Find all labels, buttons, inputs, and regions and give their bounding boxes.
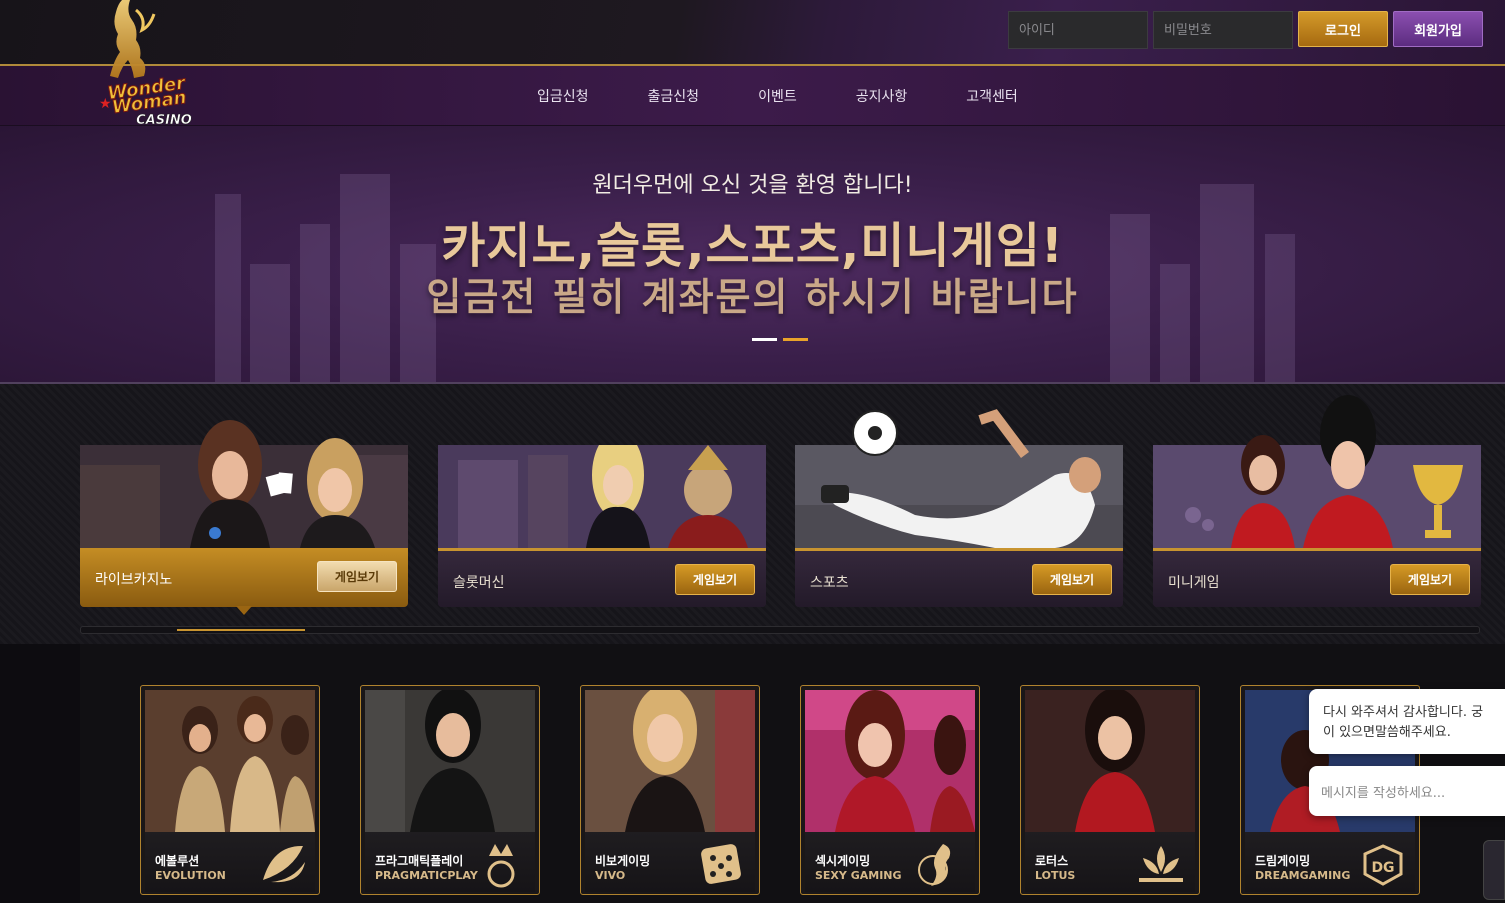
lotus-icon — [1139, 846, 1183, 882]
provider-name-ko: 로터스 — [1035, 854, 1069, 868]
provider-name-en: DREAMGAMING — [1255, 869, 1351, 882]
chat-greeting-line2: 이 있으면말씀해주세요. — [1323, 725, 1451, 740]
nav-support[interactable]: 고객센터 — [966, 86, 1018, 106]
chat-greeting[interactable]: 다시 와주셔서 감사합니다. 궁 이 있으면말씀해주세요. — [1309, 689, 1505, 754]
category-card-sports[interactable]: 스포츠 게임보기 — [795, 409, 1123, 607]
category-card-minigame[interactable]: 미니게임 게임보기 — [1153, 395, 1481, 607]
category-image-slot — [438, 445, 766, 548]
sexy-gaming-icon — [918, 844, 951, 886]
provider-image — [585, 690, 755, 832]
nav-event[interactable]: 이벤트 — [758, 86, 797, 106]
provider-name-en: PRAGMATICPLAY — [375, 869, 478, 882]
provider-name-en: EVOLUTION — [155, 869, 226, 882]
play-button-sports[interactable]: 게임보기 — [1032, 564, 1112, 595]
logo-text-bottom: CASINO — [136, 113, 192, 128]
slide-dot-2[interactable] — [783, 338, 808, 341]
category-tab-track — [80, 626, 1480, 634]
category-tab-indicator — [177, 629, 305, 631]
hero-banner: 원더우먼에 오신 것을 환영 합니다! 카지노,슬롯,스포츠,미니게임! 입금전… — [0, 126, 1505, 384]
category-image-live-casino — [80, 420, 408, 548]
hero-title-secondary: 입금전 필히 계좌문의 하시기 바랍니다 — [426, 275, 1079, 319]
chat-toggle-tab[interactable] — [1483, 840, 1505, 900]
play-button-live-casino[interactable]: 게임보기 — [317, 561, 397, 592]
main-nav: 입금신청 출금신청 이벤트 공지사항 고객센터 — [0, 66, 1505, 126]
chat-message-input[interactable]: 메시지를 작성하세요... — [1309, 766, 1505, 816]
provider-image — [1025, 690, 1195, 832]
slide-dot-1[interactable] — [752, 338, 777, 341]
provider-image — [145, 690, 315, 832]
category-card-slot[interactable]: 슬롯머신 게임보기 — [438, 445, 766, 607]
provider-name-en: LOTUS — [1035, 869, 1076, 882]
pragmatic-crown-icon — [487, 844, 515, 888]
play-button-minigame[interactable]: 게임보기 — [1390, 564, 1470, 595]
provider-card-sexy-gaming[interactable]: 섹시게이밍 SEXY GAMING — [800, 685, 980, 895]
provider-list: 에볼루션 EVOLUTION 프라그매틱플레이 PRAGMATICPLAY 비보… — [80, 644, 1505, 903]
provider-card-pragmatic[interactable]: 프라그매틱플레이 PRAGMATICPLAY — [360, 685, 540, 895]
password-input[interactable] — [1153, 11, 1293, 49]
join-button[interactable]: 회원가입 — [1393, 11, 1483, 47]
nav-deposit[interactable]: 입금신청 — [537, 86, 589, 106]
provider-card-vivo[interactable]: 비보게이밍 VIVO — [580, 685, 760, 895]
provider-name-ko: 프라그매틱플레이 — [375, 854, 464, 868]
active-category-pointer — [236, 606, 252, 615]
play-button-slot[interactable]: 게임보기 — [675, 564, 755, 595]
game-categories: 라이브카지노 게임보기 슬롯머신 게임보기 스포츠 게임보기 미니게임 게임보기 — [0, 384, 1505, 644]
provider-name-ko: 비보게이밍 — [595, 854, 651, 868]
hero-subtitle: 원더우먼에 오신 것을 환영 합니다! — [592, 173, 913, 198]
logo-star-icon: ★ — [99, 96, 112, 112]
chat-greeting-line1: 다시 와주셔서 감사합니다. 궁 — [1323, 705, 1484, 720]
provider-card-evolution[interactable]: 에볼루션 EVOLUTION — [140, 685, 320, 895]
provider-name-ko: 에볼루션 — [155, 854, 200, 868]
dragon-icon: DG — [1363, 844, 1403, 886]
login-area: 로그인 회원가입 — [1008, 11, 1505, 49]
category-image-sports — [795, 409, 1123, 548]
provider-name-ko: 섹시게이밍 — [815, 854, 871, 868]
category-image-minigame — [1153, 395, 1481, 548]
svg-text:DG: DG — [1371, 860, 1394, 876]
nav-withdraw[interactable]: 출금신청 — [648, 86, 700, 106]
category-label: 스포츠 — [810, 575, 849, 591]
category-label: 라이브카지노 — [95, 572, 173, 588]
slide-indicator — [752, 338, 808, 341]
category-label: 미니게임 — [1168, 575, 1220, 591]
site-logo[interactable]: Wonder Woman ★ CASINO — [92, 0, 202, 128]
top-bar: 로그인 회원가입 — [0, 0, 1505, 66]
nav-notice[interactable]: 공지사항 — [856, 86, 908, 106]
username-input[interactable] — [1008, 11, 1148, 49]
provider-name-ko: 드림게이밍 — [1255, 854, 1311, 868]
provider-image — [365, 690, 535, 832]
dice-icon — [701, 844, 741, 884]
provider-name-en: SEXY GAMING — [815, 869, 902, 882]
provider-name-en: VIVO — [595, 869, 626, 882]
provider-image — [805, 690, 975, 832]
provider-card-lotus[interactable]: 로터스 LOTUS — [1020, 685, 1200, 895]
category-label: 슬롯머신 — [453, 575, 505, 591]
login-button[interactable]: 로그인 — [1298, 11, 1388, 47]
category-card-live-casino[interactable]: 라이브카지노 게임보기 — [80, 420, 408, 607]
evolution-icon — [263, 845, 305, 883]
